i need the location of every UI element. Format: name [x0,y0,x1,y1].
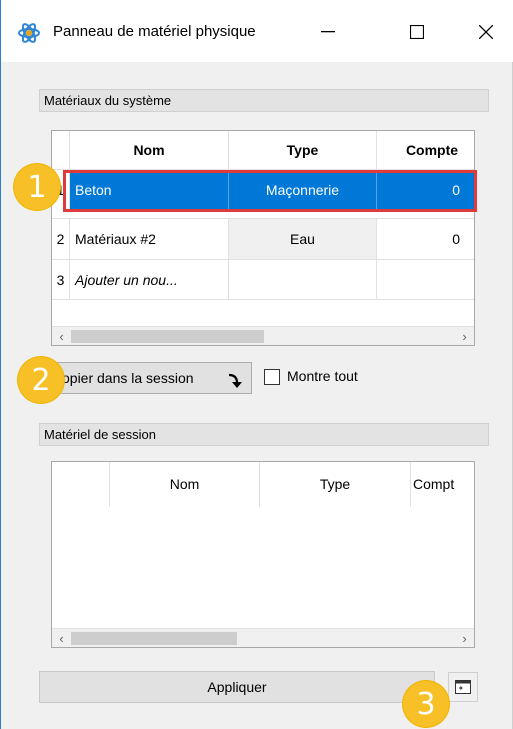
scrollbar-thumb[interactable] [71,330,264,343]
material-type[interactable]: Eau [229,219,377,259]
scroll-left-icon[interactable]: ‹ [52,629,71,647]
show-all-label[interactable]: Montre tout [287,368,358,384]
material-count[interactable] [377,260,474,300]
table-row[interactable]: 1 Beton Maçonnerie 0 [52,169,474,210]
system-materials-header: Matériaux du système [39,89,489,112]
maximize-button[interactable] [394,12,440,52]
horizontal-scrollbar[interactable]: ‹ › [52,326,474,345]
minimize-icon [321,31,335,33]
scroll-right-icon[interactable]: › [455,327,474,345]
curved-arrow-down-icon [227,370,243,400]
maximize-icon [410,25,424,39]
callout-badge-1: 1 [14,164,60,210]
callout-badge-2: 2 [18,357,64,403]
material-name[interactable]: Matériaux #2 [70,219,229,259]
close-button[interactable] [463,12,509,52]
session-materials-header: Matériel de session [39,423,489,446]
atom-icon [18,22,40,44]
scroll-left-icon[interactable]: ‹ [52,327,71,345]
horizontal-scrollbar[interactable]: ‹ › [52,628,474,647]
table-header: Nom Type Compt [52,462,474,507]
column-header-nom[interactable]: Nom [70,131,229,169]
scrollbar-thumb[interactable] [71,632,237,645]
table-header: Nom Type Compte [52,131,474,169]
copy-to-session-button[interactable]: opier dans la session [41,362,252,394]
column-header-compte[interactable]: Compt [411,462,474,507]
minimize-button[interactable] [305,12,351,52]
column-header-type[interactable]: Type [260,462,411,507]
session-materials-table[interactable]: Nom Type Compt ‹ › [51,461,475,648]
scroll-right-icon[interactable]: › [455,629,474,647]
corner-header [52,131,70,169]
copy-to-session-label: opier dans la session [62,370,194,386]
row-number: 3 [52,260,70,300]
close-icon [479,25,493,39]
table-row[interactable]: 3 Ajouter un nou... [52,259,474,300]
material-type[interactable]: Maçonnerie [229,170,377,210]
window-title: Panneau de matériel physique [53,23,256,40]
material-type[interactable] [229,260,377,300]
title-bar[interactable]: Panneau de matériel physique [1,0,513,62]
material-count[interactable]: 0 [377,219,474,259]
column-header-compte[interactable]: Compte [377,131,474,169]
dock-panel-button[interactable] [448,672,478,702]
callout-badge-3: 3 [403,681,449,727]
column-header-type[interactable]: Type [229,131,377,169]
show-all-checkbox[interactable] [264,369,280,385]
column-header-nom[interactable]: Nom [110,462,260,507]
table-row[interactable]: 2 Matériaux #2 Eau 0 [52,218,474,259]
physical-material-panel: Panneau de matériel physique Matériaux d… [0,0,513,729]
material-name[interactable]: Beton [70,170,229,210]
material-count[interactable]: 0 [377,170,474,210]
dock-window-icon [455,680,471,694]
apply-button[interactable]: Appliquer [39,671,435,703]
add-new-material[interactable]: Ajouter un nou... [70,260,229,300]
corner-header [52,462,110,507]
row-number: 2 [52,219,70,259]
system-materials-table[interactable]: Nom Type Compte 1 Beton Maçonnerie 0 2 M… [51,130,475,346]
